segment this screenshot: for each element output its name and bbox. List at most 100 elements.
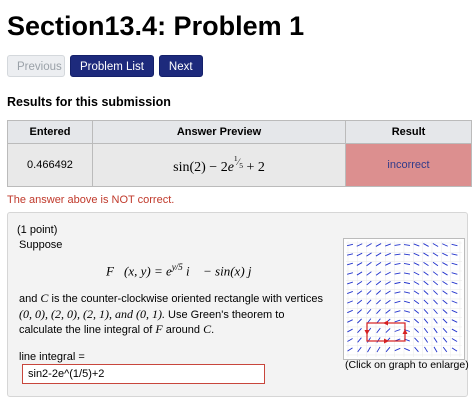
- field-arrow: [394, 281, 401, 285]
- field-arrow: [413, 243, 420, 247]
- field-arrow: [394, 347, 401, 352]
- field-arrow: [403, 291, 411, 294]
- field-arrow: [356, 262, 363, 266]
- graph-caption: (Click on graph to enlarge): [345, 359, 469, 371]
- table-row: 0.466492 sin(2) − 2e1⁄5 + 2 incorrect: [7, 143, 472, 187]
- field-arrow: [432, 271, 439, 276]
- field-arrow: [403, 281, 411, 285]
- field-arrow: [433, 337, 438, 343]
- field-arrow: [357, 327, 362, 334]
- field-arrow: [394, 310, 401, 313]
- problem-panel: (1 point) Suppose F⃗(x, y) = ey/5 i⃗ − s…: [7, 212, 469, 397]
- error-message: The answer above is NOT correct.: [7, 194, 175, 206]
- field-arrow: [423, 261, 429, 267]
- orientation-arrowhead: [364, 330, 370, 335]
- field-arrow: [423, 308, 429, 315]
- field-arrow: [433, 290, 438, 295]
- field-arrow: [442, 252, 448, 257]
- field-arrow: [366, 261, 372, 267]
- field-arrow: [385, 281, 391, 285]
- field-arrow: [442, 318, 448, 324]
- field-arrow: [413, 318, 420, 324]
- field-arrow: [394, 244, 401, 246]
- field-arrow: [357, 318, 362, 324]
- answer-preview-math: sin(2) − 2e1⁄5 + 2: [173, 154, 265, 175]
- field-arrow: [394, 272, 401, 275]
- field-arrow: [451, 291, 458, 294]
- field-arrow: [366, 299, 372, 305]
- field-arrow: [356, 309, 363, 314]
- orientation-arrowhead: [402, 329, 408, 334]
- page-title: Section13.4: Problem 1: [7, 11, 305, 41]
- field-arrow: [403, 310, 411, 313]
- answer-input[interactable]: sin2-2e^(1/5)+2: [22, 364, 265, 384]
- next-button[interactable]: Next: [158, 55, 203, 77]
- results-table: Entered Answer Preview Result 0.466492 s…: [7, 120, 472, 187]
- field-arrow: [414, 337, 419, 343]
- field-arrow: [433, 346, 438, 353]
- field-arrow: [376, 337, 381, 343]
- field-arrow: [403, 244, 411, 246]
- field-arrow: [413, 290, 420, 295]
- field-arrow: [442, 346, 448, 353]
- field-arrow: [423, 318, 429, 324]
- field-arrow: [394, 329, 401, 332]
- field-arrow: [451, 300, 458, 304]
- field-arrow: [414, 328, 419, 333]
- field-arrow: [451, 347, 458, 352]
- field-arrow: [376, 308, 381, 315]
- vector-field-graph[interactable]: [343, 238, 465, 360]
- field-arrow: [357, 346, 362, 353]
- answer-preview: sin(2) − 2e1⁄5 + 2: [92, 143, 346, 187]
- field-arrow: [376, 299, 381, 305]
- field-arrow: [385, 262, 391, 266]
- field-arrow: [394, 253, 401, 256]
- field-arrow: [442, 280, 448, 286]
- answer-label: line integral =: [19, 351, 85, 363]
- column-entered: Entered: [7, 120, 93, 144]
- field-arrow: [385, 328, 391, 333]
- field-arrow: [414, 346, 419, 353]
- field-arrow: [385, 243, 391, 247]
- field-arrow: [442, 337, 448, 343]
- previous-button[interactable]: Previous: [7, 55, 65, 77]
- field-arrow: [394, 263, 401, 265]
- field-arrow: [385, 309, 391, 314]
- field-arrow: [433, 327, 438, 334]
- field-arrow: [376, 327, 381, 334]
- field-arrow: [433, 308, 438, 315]
- field-arrow: [451, 309, 458, 314]
- field-arrow: [366, 308, 372, 315]
- field-arrow: [366, 280, 372, 286]
- vector-field-equation: F⃗(x, y) = ey/5 i⃗ − sin(x) j⃗: [106, 262, 262, 279]
- problem-list-button[interactable]: Problem List: [70, 55, 154, 77]
- field-arrow: [433, 299, 438, 305]
- field-arrow: [403, 272, 411, 275]
- field-arrow: [432, 261, 439, 267]
- field-arrow: [424, 346, 428, 353]
- field-arrow: [403, 300, 411, 304]
- field-arrow: [366, 243, 372, 247]
- field-arrow: [451, 338, 458, 342]
- field-arrow: [385, 252, 391, 257]
- field-arrow: [385, 290, 391, 295]
- field-arrow: [413, 262, 420, 266]
- field-arrow: [366, 290, 372, 295]
- result-badge: incorrect: [345, 143, 472, 187]
- field-arrow: [451, 272, 458, 275]
- field-arrow: [413, 299, 420, 305]
- field-arrow: [357, 337, 362, 343]
- field-arrow: [423, 327, 429, 334]
- field-arrow: [432, 252, 439, 257]
- column-result: Result: [345, 120, 472, 144]
- points-label: (1 point): [17, 224, 58, 236]
- field-arrow: [423, 299, 429, 305]
- field-arrow: [413, 252, 420, 257]
- field-arrow: [442, 309, 448, 314]
- field-arrow: [375, 280, 382, 286]
- field-arrow: [442, 327, 448, 334]
- field-arrow: [423, 252, 429, 257]
- field-arrow: [367, 346, 371, 353]
- field-arrow: [451, 281, 458, 285]
- field-arrow: [375, 271, 382, 276]
